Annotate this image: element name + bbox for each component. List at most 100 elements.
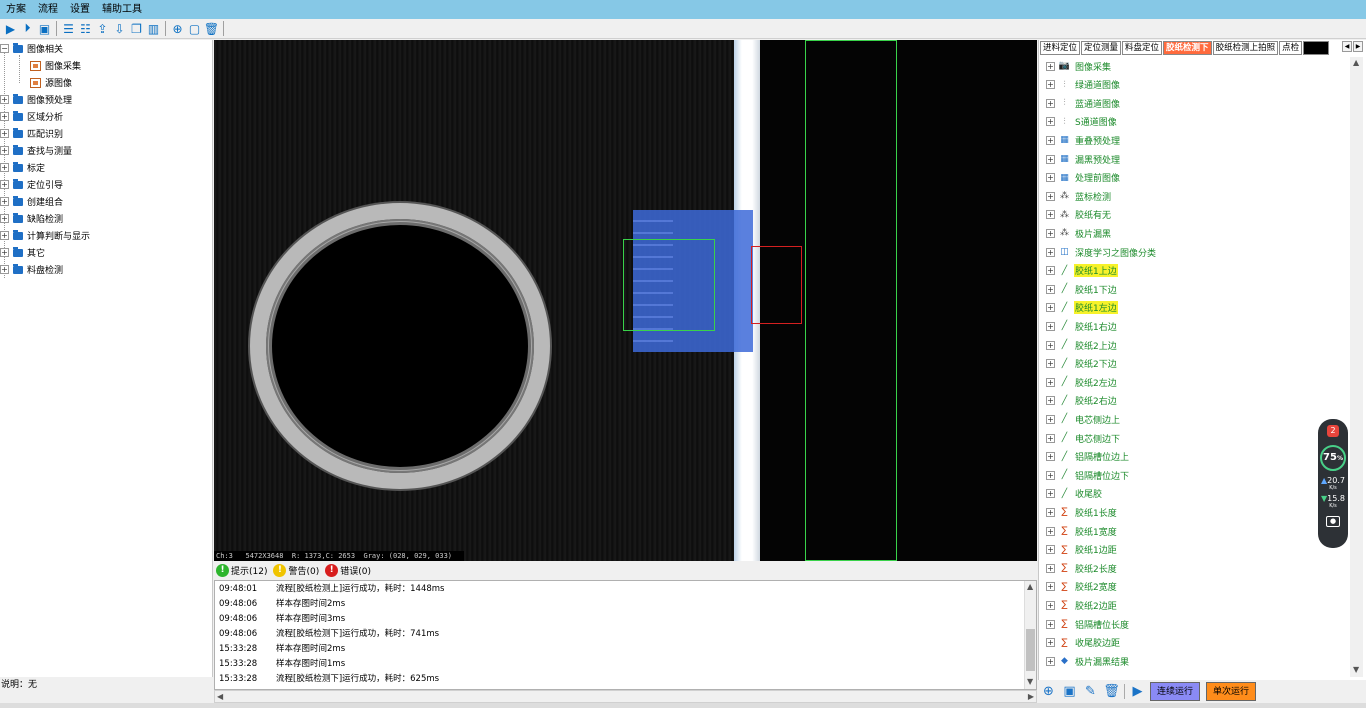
expand-toggle-icon[interactable]: + <box>1046 210 1055 220</box>
flow-step[interactable]: + ╱ 胶纸2上边 <box>1046 336 1118 354</box>
tree-item[interactable]: 源图像 <box>30 74 72 91</box>
expand-toggle-icon[interactable]: + <box>1046 117 1055 127</box>
log-vertical-scrollbar[interactable]: ▲ ▼ <box>1024 581 1036 689</box>
expand-toggle-icon[interactable]: + <box>1046 321 1055 331</box>
add-icon[interactable]: ⊕ <box>1040 683 1057 700</box>
expand-toggle-icon[interactable]: + <box>1046 582 1055 592</box>
menu-item[interactable]: 流程 <box>32 0 64 19</box>
list-icon[interactable]: ☰ <box>60 20 77 37</box>
flow-step[interactable]: + ∑ 胶纸1宽度 <box>1046 522 1118 540</box>
expand-toggle-icon[interactable]: + <box>1046 228 1055 238</box>
tree-item[interactable]: + 计算判断与显示 <box>0 227 90 244</box>
scroll-down-icon[interactable]: ▼ <box>1027 677 1033 686</box>
flow-step[interactable]: + ╱ 电芯侧边下 <box>1046 429 1121 447</box>
flow-step[interactable]: + ╱ 胶纸1下边 <box>1046 280 1118 298</box>
tree-item[interactable]: + 图像预处理 <box>0 91 72 108</box>
delete-icon[interactable]: 🗑 <box>203 20 220 37</box>
flow-step[interactable]: + ⫶ S通道图像 <box>1046 113 1118 131</box>
message-tab[interactable]: ! 提示(12) <box>216 564 267 577</box>
tree-item[interactable]: + 料盘检测 <box>0 261 63 278</box>
flow-step[interactable]: + ▦ 重叠预处理 <box>1046 131 1121 149</box>
system-monitor-widget[interactable]: 2 75% ▲20.7 K/s ▼15.8 K/s ● <box>1318 419 1348 548</box>
image-view[interactable] <box>214 40 1037 561</box>
expand-toggle-icon[interactable]: + <box>0 146 9 155</box>
run-icon[interactable]: ▶ <box>1129 683 1146 700</box>
flow-step[interactable]: + ∑ 胶纸2宽度 <box>1046 578 1118 596</box>
flow-tab[interactable]: 定位测量 <box>1081 41 1122 55</box>
expand-toggle-icon[interactable]: + <box>0 231 9 240</box>
flow-step[interactable]: + ⫶ 绿通道图像 <box>1046 76 1121 94</box>
tree-item[interactable]: + 定位引导 <box>0 176 63 193</box>
expand-toggle-icon[interactable]: + <box>0 129 9 138</box>
flow-step[interactable]: + ╱ 收尾胶 <box>1046 485 1103 503</box>
expand-toggle-icon[interactable]: + <box>1046 414 1055 424</box>
flow-vertical-scrollbar[interactable]: ▲ ▼ <box>1350 57 1363 677</box>
flow-step[interactable]: + ╱ 胶纸1上边 <box>1046 262 1118 280</box>
expand-toggle-icon[interactable]: + <box>0 248 9 257</box>
flow-step[interactable]: + ▦ 处理前图像 <box>1046 169 1121 187</box>
expand-toggle-icon[interactable]: + <box>1046 619 1055 629</box>
expand-toggle-icon[interactable]: + <box>1046 359 1055 369</box>
expand-toggle-icon[interactable]: + <box>1046 638 1055 648</box>
tab-next-icon[interactable]: ▶ <box>1353 41 1363 52</box>
delete-icon[interactable]: 🗑 <box>1103 683 1120 700</box>
expand-toggle-icon[interactable]: + <box>1046 154 1055 164</box>
roi-green-tall[interactable] <box>805 40 897 561</box>
expand-toggle-icon[interactable]: + <box>1046 507 1055 517</box>
expand-toggle-icon[interactable]: + <box>1046 545 1055 555</box>
flow-step[interactable]: + ∑ 胶纸2长度 <box>1046 559 1118 577</box>
flow-step[interactable]: + ⁂ 极片漏黑 <box>1046 224 1112 242</box>
flow-step[interactable]: + ⁂ 蓝标检测 <box>1046 187 1112 205</box>
expand-toggle-icon[interactable]: + <box>0 197 9 206</box>
tree-item[interactable]: + 查找与测量 <box>0 142 72 159</box>
single-run-button[interactable]: 单次运行 <box>1206 682 1257 701</box>
flow-step[interactable]: + ╱ 胶纸2下边 <box>1046 355 1118 373</box>
flow-tab[interactable]: 点检 <box>1279 41 1303 55</box>
tree-item[interactable]: 图像采集 <box>30 57 81 74</box>
flow-step[interactable]: + ∑ 胶纸2边距 <box>1046 596 1118 614</box>
edit-icon[interactable]: ✎ <box>1082 683 1099 700</box>
flow-tab[interactable]: 胶纸检测下 <box>1163 41 1212 55</box>
flow-tab[interactable]: 胶纸检测上拍照 <box>1212 41 1279 55</box>
flow-step[interactable]: + ╱ 胶纸1左边 <box>1046 299 1118 317</box>
flow-step[interactable]: + ╱ 电芯侧边上 <box>1046 410 1121 428</box>
expand-toggle-icon[interactable]: + <box>1046 433 1055 443</box>
flow-step[interactable]: + ∑ 胶纸1边距 <box>1046 541 1118 559</box>
log-horizontal-scrollbar[interactable]: ◀ ▶ <box>214 690 1037 703</box>
flow-step[interactable]: + ╱ 胶纸2右边 <box>1046 392 1118 410</box>
expand-toggle-icon[interactable]: + <box>0 180 9 189</box>
expand-toggle-icon[interactable]: + <box>1046 489 1055 499</box>
window-icon[interactable]: ▢ <box>186 20 203 37</box>
expand-toggle-icon[interactable]: + <box>1046 61 1055 71</box>
expand-toggle-icon[interactable]: + <box>1046 526 1055 536</box>
copy-icon[interactable]: ❐ <box>128 20 145 37</box>
expand-toggle-icon[interactable]: + <box>1046 600 1055 610</box>
expand-toggle-icon[interactable]: + <box>1046 80 1055 90</box>
flow-step[interactable]: + ◆ 极片漏黑结果 <box>1046 652 1130 670</box>
flow-tab[interactable]: 进料定位 <box>1040 41 1081 55</box>
expand-toggle-icon[interactable]: + <box>0 95 9 104</box>
expand-toggle-icon[interactable]: + <box>0 214 9 223</box>
menu-item[interactable]: 设置 <box>64 0 96 19</box>
expand-toggle-icon[interactable]: + <box>1046 563 1055 573</box>
flow-step[interactable]: + ╱ 胶纸2左边 <box>1046 373 1118 391</box>
tree-item[interactable]: − 图像相关 <box>0 40 63 57</box>
tree-item[interactable]: + 创建组合 <box>0 193 63 210</box>
expand-toggle-icon[interactable]: + <box>1046 340 1055 350</box>
tree-item[interactable]: + 标定 <box>0 159 45 176</box>
flow-step[interactable]: + ╱ 胶纸1右边 <box>1046 317 1118 335</box>
save-icon[interactable]: ▣ <box>36 20 53 37</box>
add-icon[interactable]: ⊕ <box>169 20 186 37</box>
expand-toggle-icon[interactable]: + <box>1046 452 1055 462</box>
tree-item[interactable]: + 缺陷检测 <box>0 210 63 227</box>
roi-red[interactable] <box>751 246 802 324</box>
expand-toggle-icon[interactable]: + <box>1046 470 1055 480</box>
tree-item[interactable]: + 区域分析 <box>0 108 63 125</box>
chart-icon[interactable]: ▥ <box>145 20 162 37</box>
scroll-right-icon[interactable]: ▶ <box>1028 692 1034 701</box>
flow-step[interactable]: + ∑ 收尾胶边距 <box>1046 634 1121 652</box>
expand-toggle-icon[interactable]: + <box>1046 303 1055 313</box>
continuous-run-button[interactable]: 连续运行 <box>1150 682 1201 701</box>
tree-item[interactable]: + 匹配识别 <box>0 125 63 142</box>
expand-toggle-icon[interactable]: + <box>1046 98 1055 108</box>
